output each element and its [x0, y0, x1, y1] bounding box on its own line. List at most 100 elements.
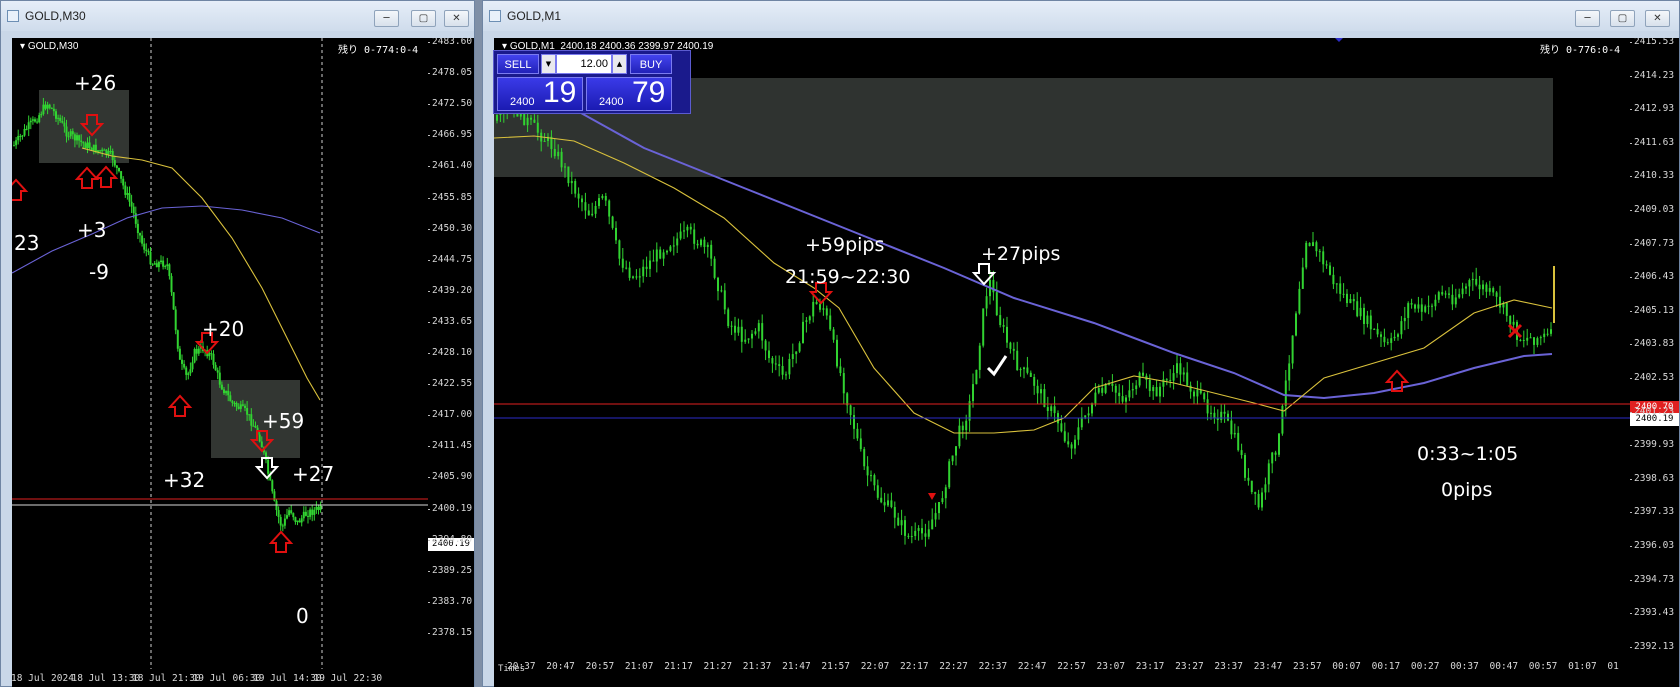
annotation-label: +26	[74, 71, 117, 95]
candle-body	[1261, 492, 1263, 508]
candle-body	[955, 446, 957, 456]
candle-body	[587, 210, 590, 216]
time-tick-label: 23:37	[1214, 661, 1243, 672]
buy-button[interactable]: BUY	[630, 54, 672, 74]
sell-price-button[interactable]: 2400 19	[497, 76, 583, 111]
candle-body	[1148, 379, 1151, 392]
time-tick-label: 20:47	[546, 661, 575, 672]
candle-body	[829, 315, 832, 330]
time-tick-label: 21:47	[782, 661, 811, 672]
price-axis[interactable]: 2400.19 2483.60 2478.05 2472.50 2466.95 2461…	[428, 38, 474, 669]
sell-button[interactable]: SELL	[497, 54, 539, 74]
candle-body	[298, 520, 301, 523]
candle-body	[1193, 391, 1195, 397]
buy-price-button[interactable]: 2400 79	[586, 76, 672, 111]
candle-body	[856, 428, 859, 439]
chart-window-gold-m1[interactable]: GOLD,M1 ─ ▢ ✕ ▾ GOLD,M1 2400.18 2400.36 …	[482, 0, 1680, 687]
price-tick-label: 2433.65	[428, 315, 473, 327]
candle-body	[258, 434, 261, 442]
chart-window-gold-m30[interactable]: GOLD,M30 ─ ▢ ✕ ▾ GOLD,M30 残り 0-774:0-4 +…	[0, 0, 475, 687]
price-axis[interactable]: 2400.70 2400.19 2415.53 2414.23 2412.93 241…	[1630, 38, 1679, 659]
candle-body	[961, 425, 964, 431]
candle-body	[944, 487, 947, 499]
candle-body	[999, 315, 1002, 325]
time-tick-label: 22:27	[939, 661, 968, 672]
candle-body	[296, 520, 299, 522]
candle-body	[103, 149, 106, 151]
candle-body	[86, 142, 89, 149]
candle-body	[1305, 242, 1308, 268]
price-tick-label: 2405.13	[1630, 304, 1675, 316]
candle-body	[80, 140, 83, 143]
candle-body	[178, 348, 181, 360]
candle-body	[995, 292, 998, 316]
time-tick-label: 18 Jul 2024	[12, 673, 74, 684]
candle-body	[277, 510, 280, 518]
candle-body	[819, 304, 821, 310]
candle-body	[174, 309, 177, 331]
candle-body	[1308, 242, 1311, 247]
lot-decrease-button[interactable]: ▼	[541, 54, 556, 74]
candle-body	[1400, 321, 1403, 335]
chart-plot-area[interactable]: ▾ GOLD,M1 2400.18 2400.36 2399.97 2400.1…	[494, 38, 1630, 659]
candle-body	[1084, 415, 1087, 418]
time-tick-label: 00:57	[1528, 661, 1558, 672]
candle-body	[82, 142, 85, 144]
window-titlebar[interactable]: GOLD,M30 ─ ▢ ✕	[1, 1, 474, 31]
price-tick-label: 2455.85	[428, 191, 473, 203]
lot-increase-button[interactable]: ▲	[612, 54, 627, 74]
window-titlebar[interactable]: GOLD,M1 ─ ▢ ✕	[483, 1, 1679, 31]
annotation-label: +20	[202, 317, 245, 341]
candle-body	[132, 206, 135, 214]
annotation-label: 21:59~22:30	[785, 266, 911, 288]
candle-body	[764, 340, 767, 351]
annotation-label: +27pips	[981, 243, 1061, 265]
candle-body	[873, 475, 876, 486]
maximize-button[interactable]: ▢	[411, 10, 436, 27]
sell-price-pips: 19	[543, 76, 577, 109]
candle-body	[1196, 389, 1199, 397]
candle-body	[1403, 317, 1406, 322]
window-title: GOLD,M1	[507, 9, 562, 23]
candle-body	[965, 420, 968, 431]
time-tick-label: 00:17	[1371, 661, 1401, 672]
candle-body	[307, 515, 309, 517]
close-button[interactable]: ✕	[444, 10, 469, 27]
candle-body	[1172, 373, 1175, 381]
candle-body	[220, 384, 223, 390]
price-tick-label: 2401.23	[1630, 405, 1675, 417]
candle-body	[52, 108, 55, 112]
close-button[interactable]: ✕	[1645, 10, 1670, 27]
candle-body	[1482, 284, 1484, 290]
minimize-button[interactable]: ─	[374, 10, 399, 27]
candle-body	[208, 353, 211, 357]
candle-body	[141, 235, 144, 244]
time-tick-label: 23:57	[1293, 661, 1322, 672]
candle-body	[1111, 383, 1114, 386]
candle-body	[615, 227, 617, 241]
candle-body	[191, 362, 194, 370]
candle-body	[1315, 242, 1318, 252]
exit-arrow-icon	[254, 457, 280, 480]
chart-plot-area[interactable]: ▾ GOLD,M30 残り 0-774:0-4 +26 +3 -9 23 +20…	[12, 38, 428, 669]
candle-body	[46, 104, 49, 109]
buy-arrow-icon	[93, 165, 119, 188]
candle-body	[1291, 335, 1294, 364]
time-axis[interactable]: Times 20:37 20:47 20:57 21:07 21:17 21:27 21:3…	[494, 659, 1679, 687]
price-tick-label: 2483.60	[428, 38, 473, 47]
maximize-button[interactable]: ▢	[1610, 10, 1635, 27]
candle-body	[271, 480, 274, 492]
time-axis[interactable]: 18 Jul 2024 18 Jul 13:30 18 Jul 21:30 19 Ju…	[12, 669, 474, 687]
candle-body	[662, 252, 665, 259]
candle-body	[1295, 313, 1297, 336]
candle-body	[1060, 423, 1063, 432]
candle-body	[1322, 251, 1325, 265]
candle-body	[239, 404, 242, 409]
candle-body	[1179, 363, 1182, 375]
candle-body	[910, 536, 913, 538]
candle-body	[1165, 379, 1168, 381]
candle-body	[55, 111, 57, 119]
candle-body	[812, 301, 815, 317]
candle-body	[1244, 455, 1246, 478]
minimize-button[interactable]: ─	[1575, 10, 1600, 27]
